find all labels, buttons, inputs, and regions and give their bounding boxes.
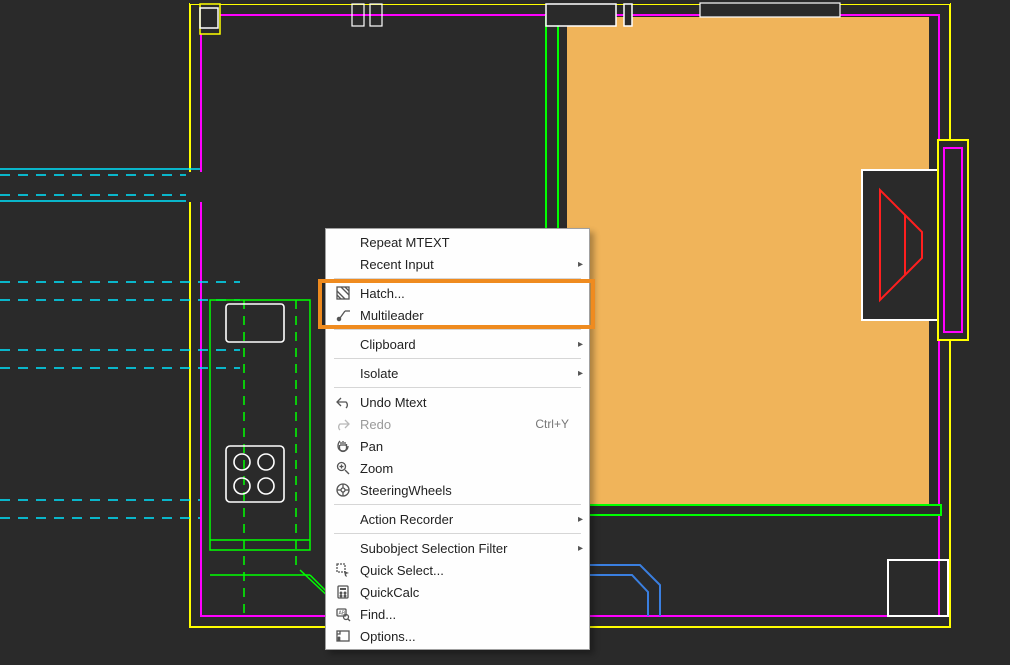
options-icon (332, 628, 354, 644)
menu-item-find[interactable]: ABFind... (326, 603, 589, 625)
blank-icon (332, 365, 354, 381)
blank-icon (332, 256, 354, 272)
menu-item-options[interactable]: Options... (326, 625, 589, 647)
menu-item-label: Repeat MTEXT (354, 235, 573, 250)
menu-item-label: Isolate (354, 366, 573, 381)
menu-item-multileader[interactable]: Multileader (326, 304, 589, 326)
blank-icon (332, 336, 354, 352)
menu-item-repeat[interactable]: Repeat MTEXT (326, 231, 589, 253)
menu-separator (334, 278, 581, 279)
menu-item-label: Clipboard (354, 337, 573, 352)
menu-separator (334, 533, 581, 534)
submenu-arrow-icon: ▸ (573, 339, 583, 350)
menu-separator (334, 358, 581, 359)
menu-item-steering[interactable]: SteeringWheels (326, 479, 589, 501)
blank-icon (332, 540, 354, 556)
zoom-icon (332, 460, 354, 476)
submenu-arrow-icon: ▸ (573, 259, 583, 270)
context-menu: Repeat MTEXTRecent Input▸Hatch...Multile… (325, 228, 590, 650)
menu-item-label: Undo Mtext (354, 395, 573, 410)
menu-item-hatch[interactable]: Hatch... (326, 282, 589, 304)
menu-item-label: Multileader (354, 308, 573, 323)
submenu-arrow-icon: ▸ (573, 368, 583, 379)
menu-item-label: Pan (354, 439, 573, 454)
menu-item-quickcalc[interactable]: QuickCalc (326, 581, 589, 603)
menu-item-label: SteeringWheels (354, 483, 573, 498)
menu-separator (334, 504, 581, 505)
menu-item-label: Redo (354, 417, 535, 432)
menu-item-action-recorder[interactable]: Action Recorder▸ (326, 508, 589, 530)
menu-separator (334, 329, 581, 330)
menu-item-redo: RedoCtrl+Y (326, 413, 589, 435)
menu-item-label: Hatch... (354, 286, 573, 301)
menu-item-clipboard[interactable]: Clipboard▸ (326, 333, 589, 355)
menu-item-quick-select[interactable]: Quick Select... (326, 559, 589, 581)
menu-item-zoom[interactable]: Zoom (326, 457, 589, 479)
menu-item-label: Subobject Selection Filter (354, 541, 573, 556)
menu-item-label: QuickCalc (354, 585, 573, 600)
blank-icon (332, 234, 354, 250)
menu-item-label: Recent Input (354, 257, 573, 272)
menu-item-label: Quick Select... (354, 563, 573, 578)
redo-icon (332, 416, 354, 432)
submenu-arrow-icon: ▸ (573, 543, 583, 554)
menu-item-pan[interactable]: Pan (326, 435, 589, 457)
menu-item-recent-input[interactable]: Recent Input▸ (326, 253, 589, 275)
hatch-icon (332, 285, 354, 301)
undo-icon (332, 394, 354, 410)
menu-separator (334, 387, 581, 388)
steering-icon (332, 482, 354, 498)
multileader-icon (332, 307, 354, 323)
menu-item-subobj-filter[interactable]: Subobject Selection Filter▸ (326, 537, 589, 559)
submenu-arrow-icon: ▸ (573, 514, 583, 525)
menu-item-isolate[interactable]: Isolate▸ (326, 362, 589, 384)
menu-item-label: Action Recorder (354, 512, 573, 527)
menu-item-label: Options... (354, 629, 573, 644)
quick-select-icon (332, 562, 354, 578)
quickcalc-icon (332, 584, 354, 600)
menu-item-undo[interactable]: Undo Mtext (326, 391, 589, 413)
find-icon: AB (332, 606, 354, 622)
pan-icon (332, 438, 354, 454)
menu-item-shortcut: Ctrl+Y (535, 417, 573, 431)
menu-item-label: Zoom (354, 461, 573, 476)
menu-item-label: Find... (354, 607, 573, 622)
blank-icon (332, 511, 354, 527)
